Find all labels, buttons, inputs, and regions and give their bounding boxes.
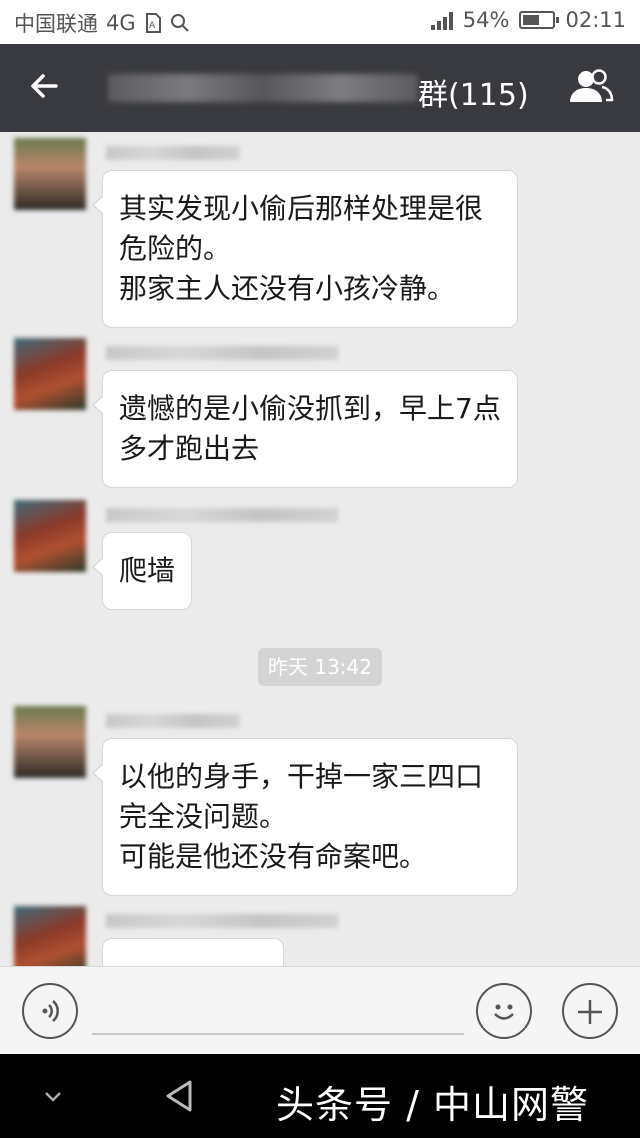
sender-name-blurred bbox=[106, 508, 338, 522]
sim-card-icon: A bbox=[145, 13, 161, 33]
chevron-down-icon[interactable] bbox=[38, 1080, 68, 1110]
status-bar: 中国联通 4G A 54% 02:11 bbox=[0, 0, 640, 44]
nav-back-icon[interactable] bbox=[160, 1076, 200, 1116]
sender-name-blurred bbox=[106, 714, 240, 728]
sender-name-blurred bbox=[106, 146, 240, 160]
battery-percent: 54% bbox=[462, 8, 510, 32]
chat-header: 群(115) bbox=[0, 44, 640, 132]
arrow-left-icon[interactable] bbox=[26, 66, 66, 106]
clock: 02:11 bbox=[565, 8, 626, 32]
network-type: 4G bbox=[106, 11, 136, 35]
emoji-icon[interactable] bbox=[476, 983, 532, 1039]
svg-text:A: A bbox=[149, 21, 156, 31]
battery-icon bbox=[519, 11, 560, 29]
time-separator: 昨天 13:42 bbox=[258, 648, 382, 686]
message-bubble[interactable]: 爬墙 bbox=[91, 532, 193, 610]
system-nav-bar: 头条号 / 中山网警 bbox=[0, 1054, 640, 1138]
message-bubble[interactable]: 遗憾的是小偷没抓到，早上7点 多才跑出去 bbox=[92, 370, 518, 488]
voice-icon[interactable] bbox=[22, 983, 78, 1039]
message-bubble-partial[interactable] bbox=[102, 938, 284, 966]
message-bubble[interactable]: 以他的身手，干掉一家三四口 完全没问题。 可能是他还没有命案吧。 bbox=[92, 738, 518, 896]
signal-icon bbox=[430, 10, 453, 30]
sender-name-blurred bbox=[106, 914, 338, 928]
avatar[interactable] bbox=[14, 906, 86, 966]
avatar[interactable] bbox=[14, 338, 86, 410]
avatar[interactable] bbox=[14, 500, 86, 572]
blurred-group-name bbox=[108, 74, 418, 102]
sender-name-blurred bbox=[106, 346, 338, 360]
group-title: 群(115) bbox=[418, 78, 529, 113]
avatar[interactable] bbox=[14, 706, 86, 778]
watermark: 头条号 / 中山网警 bbox=[276, 1083, 589, 1127]
status-left: 中国联通 4G A bbox=[14, 8, 190, 38]
search-icon bbox=[170, 14, 189, 32]
input-bar bbox=[0, 966, 640, 1054]
plus-icon[interactable] bbox=[562, 983, 618, 1039]
message-input[interactable] bbox=[92, 985, 464, 1035]
group-members-icon[interactable] bbox=[566, 66, 616, 106]
message-list[interactable]: 其实发现小偷后那样处理是很 危险的。 那家主人还没有小孩冷静。 遗憾的是小偷没抓… bbox=[0, 132, 640, 966]
carrier-name: 中国联通 bbox=[14, 12, 98, 36]
status-right: 54% 02:11 bbox=[430, 8, 626, 32]
avatar[interactable] bbox=[14, 138, 86, 210]
message-bubble[interactable]: 其实发现小偷后那样处理是很 危险的。 那家主人还没有小孩冷静。 bbox=[92, 170, 518, 328]
